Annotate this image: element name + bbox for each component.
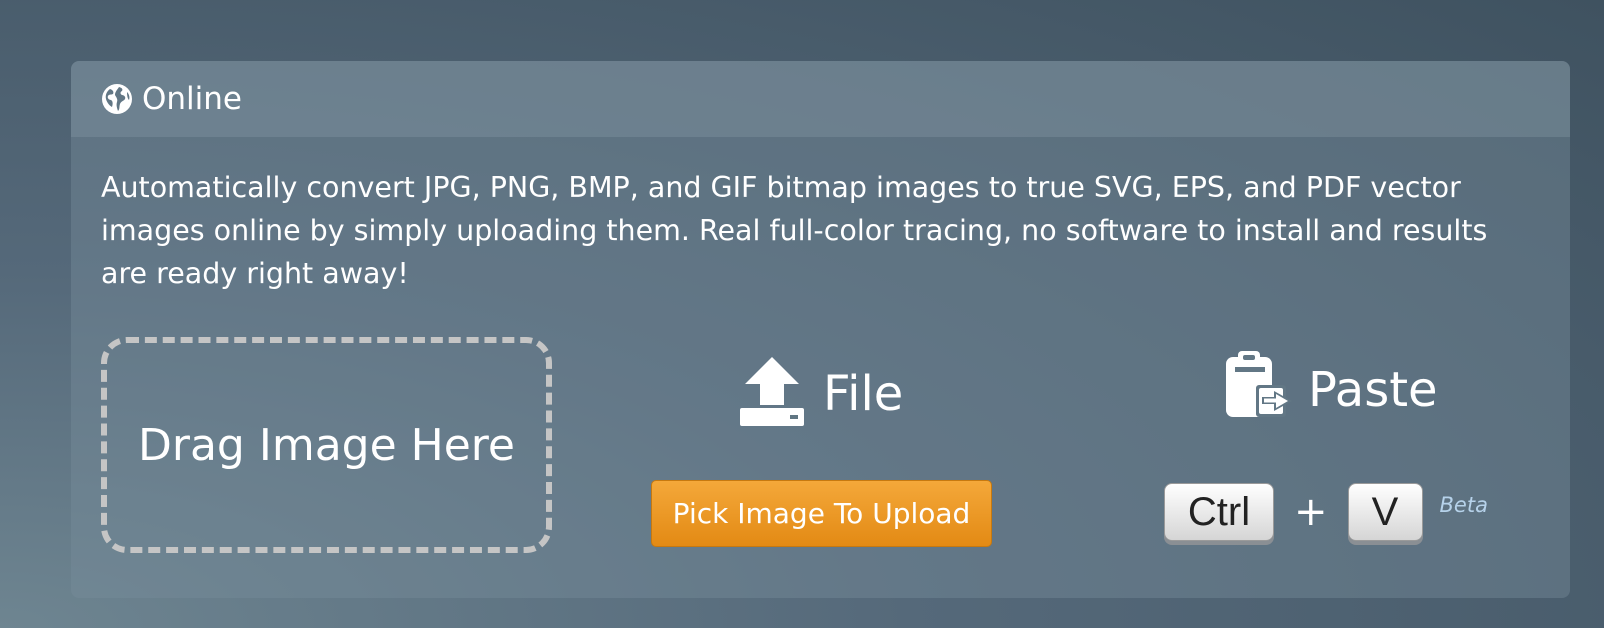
file-label: File bbox=[823, 366, 904, 422]
pick-image-upload-button[interactable]: Pick Image To Upload bbox=[651, 480, 992, 547]
drop-zone-label: Drag Image Here bbox=[138, 419, 515, 471]
upload-icon bbox=[739, 355, 805, 433]
drag-drop-zone[interactable]: Drag Image Here bbox=[101, 337, 552, 553]
plus-sign: + bbox=[1294, 489, 1328, 535]
beta-badge: Beta bbox=[1439, 493, 1488, 517]
clipboard-paste-icon bbox=[1224, 349, 1296, 425]
paste-label: Paste bbox=[1308, 362, 1438, 418]
v-key: V bbox=[1347, 483, 1423, 541]
paste-heading: Paste bbox=[1224, 349, 1438, 425]
description-text: Automatically convert JPG, PNG, BMP, and… bbox=[101, 171, 1488, 290]
panel-title: Online bbox=[142, 81, 242, 117]
globe-icon bbox=[101, 83, 133, 115]
file-heading: File bbox=[739, 355, 903, 433]
online-panel: Online Automatically convert JPG, PNG, B… bbox=[71, 61, 1570, 598]
panel-header: Online bbox=[71, 61, 1570, 137]
ctrl-key: Ctrl bbox=[1164, 483, 1274, 541]
paste-shortcut: Ctrl + V Beta bbox=[1164, 480, 1488, 544]
